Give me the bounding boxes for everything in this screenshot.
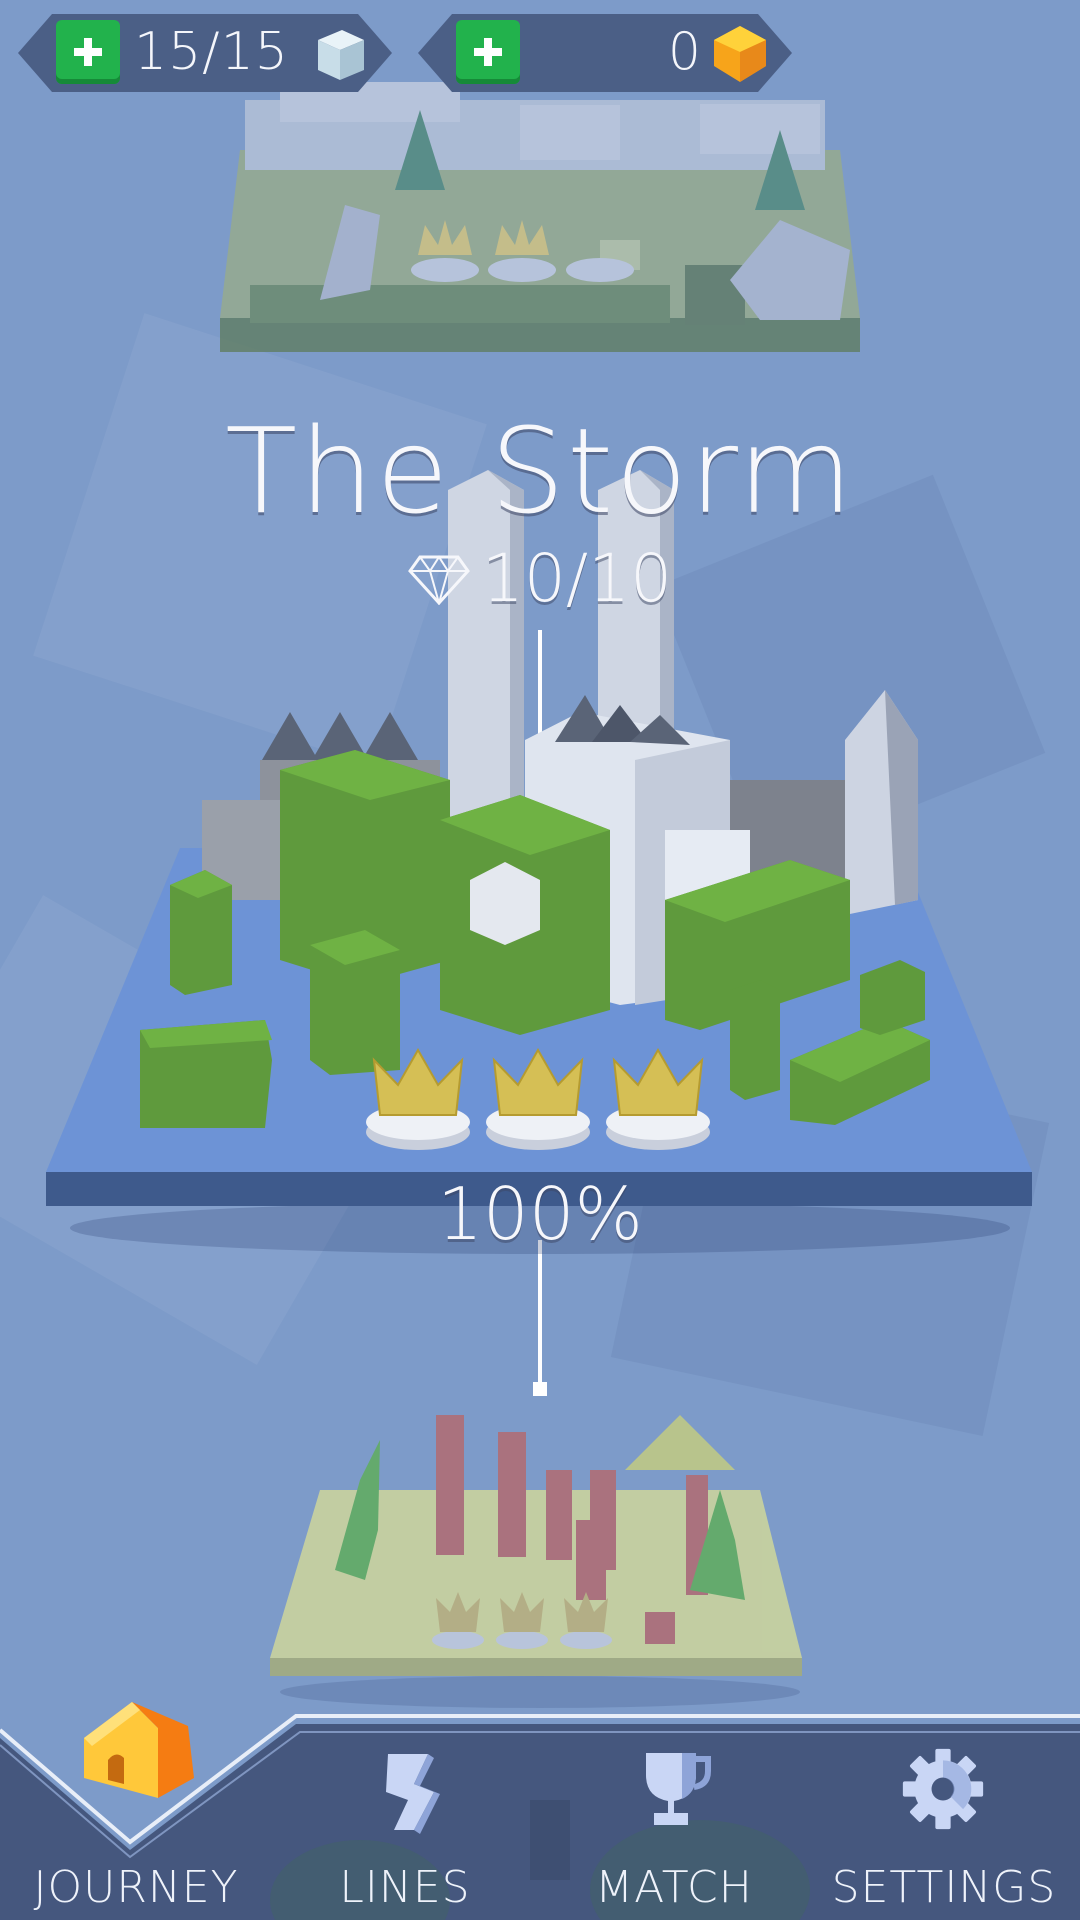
ice-cube-icon bbox=[308, 22, 372, 86]
lives-value: 15/15 bbox=[134, 22, 289, 82]
add-gems-button[interactable] bbox=[456, 20, 520, 84]
previous-level-island bbox=[220, 82, 860, 352]
diamond-count: 10/10 bbox=[481, 540, 673, 617]
nav-lines[interactable]: LINES bbox=[290, 1740, 520, 1920]
nav-label-match: MATCH bbox=[595, 1862, 753, 1913]
gold-gem-icon bbox=[708, 22, 772, 86]
plus-icon bbox=[70, 34, 106, 70]
house-icon bbox=[84, 1702, 194, 1798]
add-lives-button[interactable] bbox=[56, 20, 120, 84]
lines-icon bbox=[386, 1754, 440, 1834]
next-level-island bbox=[270, 1415, 802, 1708]
gear-icon bbox=[902, 1748, 984, 1830]
gems-value: 0 bbox=[667, 22, 702, 82]
level-title: The Storm bbox=[225, 402, 855, 540]
diamond-progress: 10/10 bbox=[0, 540, 1080, 617]
level-island-button[interactable] bbox=[46, 690, 1032, 1210]
nav-label-lines: LINES bbox=[339, 1862, 471, 1913]
nav-label-journey: JOURNEY bbox=[33, 1862, 239, 1913]
nav-settings[interactable]: SETTINGS bbox=[820, 1740, 1080, 1920]
plus-icon bbox=[470, 34, 506, 70]
nav-match[interactable]: MATCH bbox=[560, 1740, 790, 1920]
nav-journey[interactable]: JOURNEY bbox=[0, 1680, 270, 1920]
path-node bbox=[533, 1382, 547, 1396]
diamond-icon bbox=[407, 554, 470, 605]
trophy-icon bbox=[646, 1753, 711, 1825]
nav-label-settings: SETTINGS bbox=[831, 1862, 1057, 1913]
gems-counter: 0 bbox=[418, 14, 792, 92]
lives-counter: 15/15 bbox=[18, 14, 392, 92]
